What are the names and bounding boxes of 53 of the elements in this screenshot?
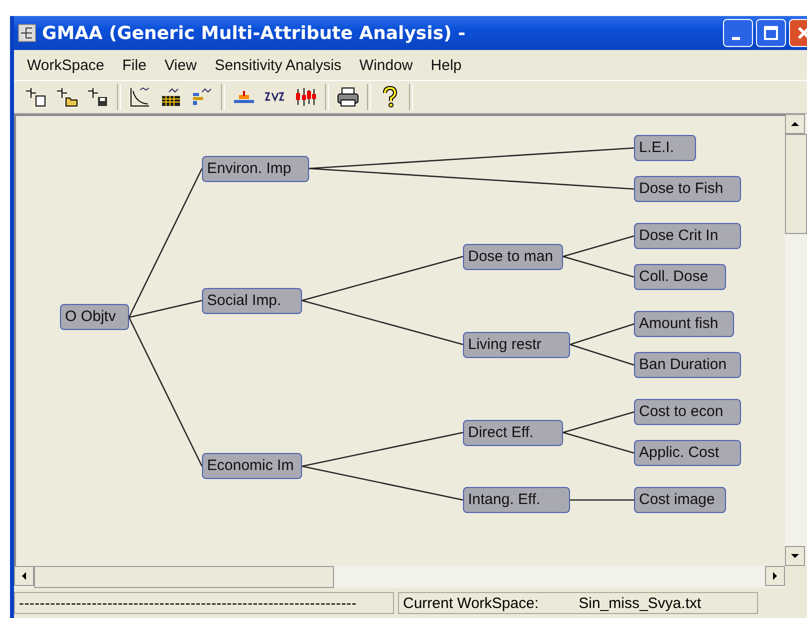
tree-icon	[18, 24, 36, 42]
connector-line	[570, 344, 634, 366]
tree-node[interactable]: Direct Eff.	[463, 420, 563, 446]
tree-node[interactable]: Dose to Fish	[634, 176, 741, 202]
vertical-scrollbar[interactable]	[785, 114, 807, 566]
open-tree-icon[interactable]	[55, 85, 79, 109]
scroll-right-icon[interactable]	[765, 566, 785, 586]
tree-node[interactable]: Dose to man	[463, 244, 563, 270]
tree-node[interactable]: Environ. Imp	[202, 156, 309, 182]
status-filename: Sin_miss_Svya.txt	[578, 594, 702, 612]
menu-item[interactable]: Help	[422, 56, 471, 74]
connector-line	[562, 235, 634, 258]
tree-node[interactable]: Coll. Dose	[634, 264, 726, 290]
tree-node[interactable]: O Objtv	[60, 304, 129, 330]
status-text: -----------------------------------------------------------------	[14, 592, 394, 614]
scroll-thumb[interactable]	[785, 134, 807, 234]
new-tree-icon[interactable]	[24, 85, 48, 109]
connector-line	[570, 499, 634, 501]
minimize-button[interactable]	[723, 19, 753, 47]
connector-line	[570, 323, 634, 346]
connector-line	[562, 256, 634, 278]
horizontal-scrollbar[interactable]	[14, 566, 785, 588]
tree-node[interactable]: Dose Crit In	[634, 223, 741, 249]
menu-item[interactable]: File	[113, 56, 156, 74]
tree-node[interactable]: Applic. Cost	[634, 440, 741, 466]
printer-icon[interactable]	[336, 85, 360, 109]
tree-node[interactable]: Amount fish	[634, 311, 734, 337]
scroll-down-icon[interactable]	[785, 546, 805, 566]
window-title: GMAA (Generic Multi-Attribute Analysis) -	[42, 22, 466, 44]
maximize-icon	[761, 23, 781, 43]
connector-line	[562, 432, 634, 454]
curve-chart-icon[interactable]	[128, 85, 152, 109]
tree-node[interactable]: Living restr	[463, 332, 570, 358]
minimize-icon	[732, 36, 740, 40]
scroll-up-icon[interactable]	[785, 114, 805, 134]
menu-item[interactable]: Window	[350, 56, 422, 74]
maximize-button[interactable]	[756, 19, 786, 47]
tree-node[interactable]: Ban Duration	[634, 352, 741, 378]
candlestick-icon[interactable]	[294, 85, 318, 109]
tree-node[interactable]: Cost image	[634, 487, 726, 513]
connector-line	[562, 411, 634, 434]
menu-item[interactable]: View	[155, 56, 206, 74]
scroll-thumb[interactable]	[34, 566, 334, 588]
menu-item[interactable]: Sensitivity Analysis	[206, 56, 350, 74]
tree-node[interactable]: L.E.I.	[634, 135, 696, 161]
tree-node[interactable]: Intang. Eff.	[463, 487, 570, 513]
tree-node[interactable]: Cost to econ	[634, 399, 741, 425]
status-label: Current WorkSpace:	[403, 594, 539, 612]
scroll-left-icon[interactable]	[14, 566, 34, 586]
menu-item[interactable]: WorkSpace	[18, 56, 114, 74]
tree-node[interactable]: Economic Im	[202, 453, 302, 480]
tree-node[interactable]: Social Imp.	[202, 288, 302, 314]
save-tree-icon[interactable]	[86, 85, 110, 109]
